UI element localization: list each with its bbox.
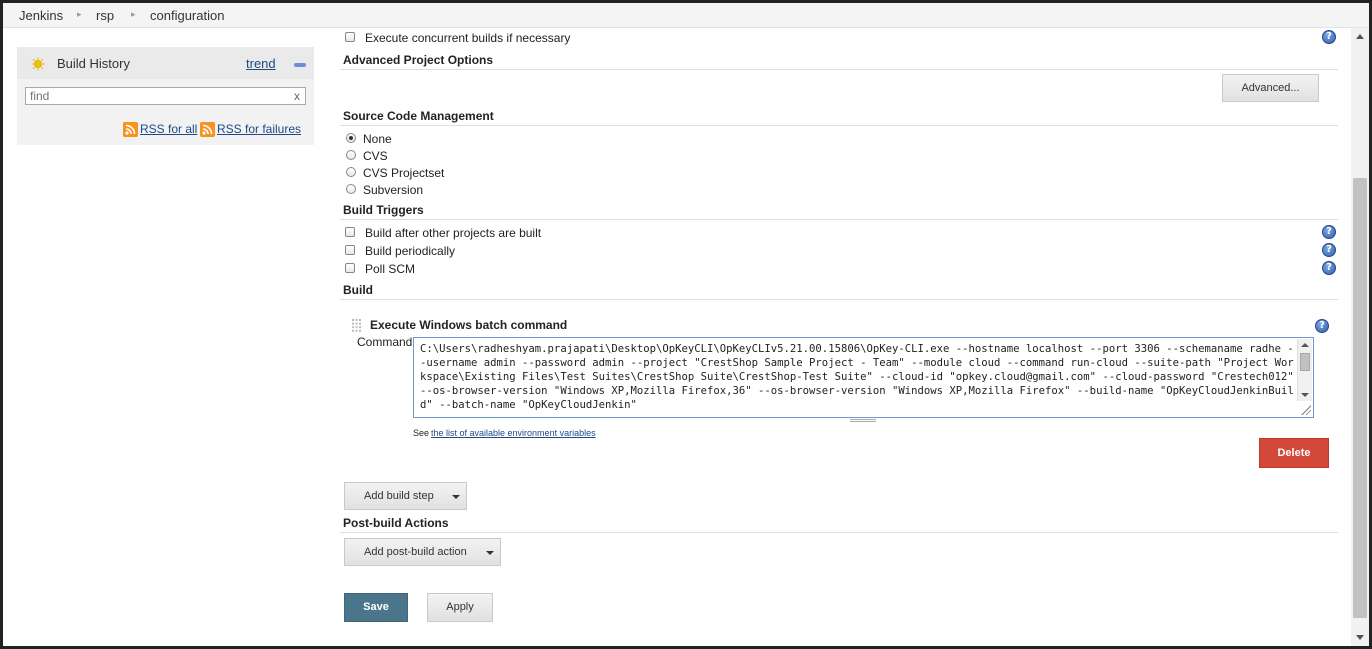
trigger-label: Build after other projects are built — [365, 226, 542, 240]
sun-icon — [31, 57, 45, 71]
breadcrumb: Jenkins ▸ rsp ▸ configuration — [3, 3, 1369, 28]
help-icon[interactable]: ? — [1322, 243, 1336, 257]
rss-all-link[interactable]: RSS for all — [140, 122, 197, 136]
breadcrumb-jenkins[interactable]: Jenkins — [19, 8, 63, 23]
scm-subversion-radio[interactable] — [346, 184, 356, 194]
add-build-step-button[interactable]: Add build step — [344, 482, 467, 510]
help-icon[interactable]: ? — [1322, 225, 1336, 239]
scroll-up-icon[interactable] — [1301, 343, 1309, 347]
scm-none-radio[interactable] — [346, 133, 356, 143]
build-step-title: Execute Windows batch command — [370, 318, 568, 332]
trend-toggle-icon[interactable] — [294, 63, 306, 67]
textarea-grip-icon[interactable] — [850, 419, 876, 422]
build-history-search-input[interactable] — [30, 89, 280, 103]
delete-button[interactable]: Delete — [1259, 438, 1329, 468]
page-scrollbar[interactable] — [1351, 28, 1369, 646]
divider — [340, 219, 1338, 220]
post-build-title: Post-build Actions — [343, 516, 449, 530]
chevron-right-icon: ▸ — [77, 9, 82, 19]
scm-option-label: None — [363, 132, 392, 146]
trigger-label: Build periodically — [365, 244, 456, 258]
breadcrumb-rsp[interactable]: rsp — [96, 8, 114, 23]
help-icon[interactable]: ? — [1322, 261, 1336, 275]
trigger-periodically-checkbox[interactable] — [345, 245, 355, 255]
clear-search-icon[interactable]: x — [294, 89, 300, 103]
dropdown-caret-icon — [452, 495, 460, 499]
scroll-down-icon[interactable] — [1356, 635, 1364, 640]
scm-option-label: CVS Projectset — [363, 166, 445, 180]
apply-button[interactable]: Apply — [427, 593, 493, 622]
scm-option-label: CVS — [363, 149, 388, 163]
save-button[interactable]: Save — [344, 593, 408, 622]
command-scrollbar[interactable] — [1297, 339, 1312, 401]
divider — [340, 299, 1338, 300]
build-triggers-title: Build Triggers — [343, 203, 424, 217]
build-history-header: Build History trend — [17, 47, 314, 79]
concurrent-builds-checkbox[interactable] — [345, 32, 355, 42]
scroll-down-icon[interactable] — [1301, 393, 1309, 397]
configuration-form: Execute concurrent builds if necessary ?… — [340, 28, 1340, 648]
find-box: x — [25, 87, 306, 105]
scm-title: Source Code Management — [343, 109, 494, 123]
command-textarea[interactable]: C:\Users\radheshyam.prajapati\Desktop\Op… — [413, 337, 1314, 418]
dropdown-caret-icon — [486, 551, 494, 555]
rss-icon — [200, 122, 215, 137]
build-history-title: Build History — [57, 56, 130, 71]
command-text[interactable]: C:\Users\radheshyam.prajapati\Desktop\Op… — [420, 342, 1298, 412]
advanced-project-options-title: Advanced Project Options — [343, 53, 494, 67]
concurrent-builds-label: Execute concurrent builds if necessary — [365, 31, 571, 45]
page-scrollbar-thumb[interactable] — [1353, 178, 1367, 618]
advanced-button[interactable]: Advanced... — [1222, 74, 1319, 102]
command-label: Command — [357, 335, 413, 349]
scm-cvs-projectset-radio[interactable] — [346, 167, 356, 177]
scrollbar-thumb[interactable] — [1300, 353, 1310, 371]
scm-cvs-radio[interactable] — [346, 150, 356, 160]
add-post-build-action-button[interactable]: Add post-build action — [344, 538, 501, 566]
trigger-after-other-projects-checkbox[interactable] — [345, 227, 355, 237]
help-icon[interactable]: ? — [1315, 319, 1329, 333]
rss-failures-link[interactable]: RSS for failures — [217, 122, 301, 136]
build-title: Build — [343, 283, 373, 297]
drag-handle-icon[interactable] — [352, 319, 361, 332]
trend-link[interactable]: trend — [246, 56, 276, 71]
env-variables-link[interactable]: the list of available environment variab… — [431, 428, 596, 438]
chevron-right-icon: ▸ — [131, 9, 136, 19]
help-icon[interactable]: ? — [1322, 30, 1336, 44]
breadcrumb-configuration[interactable]: configuration — [150, 8, 224, 23]
trigger-label: Poll SCM — [365, 262, 416, 276]
build-history-panel: Build History trend x RSS for all RSS fo… — [17, 47, 314, 145]
resize-handle-icon[interactable] — [1301, 405, 1311, 415]
divider — [340, 532, 1338, 533]
divider — [340, 69, 1338, 70]
rss-icon — [123, 122, 138, 137]
scroll-up-icon[interactable] — [1356, 34, 1364, 39]
env-see-text: See — [413, 428, 430, 438]
trigger-poll-scm-checkbox[interactable] — [345, 263, 355, 273]
scm-option-label: Subversion — [363, 183, 424, 197]
divider — [340, 125, 1338, 126]
